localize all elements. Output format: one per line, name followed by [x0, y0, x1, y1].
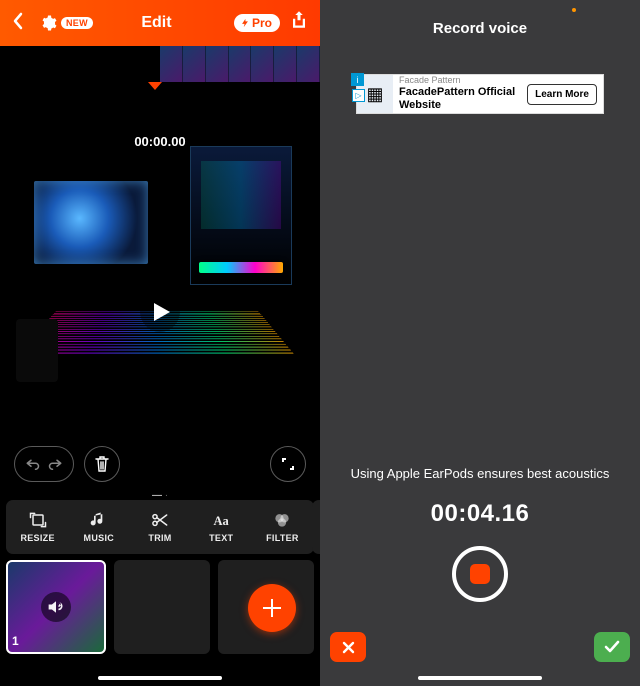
tool-filter[interactable]: FILTER	[253, 511, 312, 543]
delete-button[interactable]	[84, 446, 120, 482]
resize-icon	[28, 511, 48, 529]
volume-badge[interactable]	[41, 592, 71, 622]
trash-icon	[95, 456, 109, 472]
fullscreen-button[interactable]	[270, 446, 306, 482]
close-icon	[341, 640, 356, 655]
trim-icon	[150, 511, 170, 529]
bolt-icon	[240, 18, 250, 28]
redo-icon[interactable]	[48, 457, 63, 471]
recording-tip: Using Apple EarPods ensures best acousti…	[320, 466, 640, 481]
volume-icon	[47, 599, 65, 615]
confirm-button[interactable]	[594, 632, 630, 662]
tool-music[interactable]: MUSIC	[69, 511, 128, 543]
text-icon: Aa	[211, 511, 231, 529]
ad-cta-button[interactable]: Learn More	[527, 84, 597, 105]
cancel-button[interactable]	[330, 632, 366, 662]
toolbar-overflow[interactable]	[312, 500, 320, 554]
video-preview[interactable]: 00:00.00	[10, 84, 310, 430]
pro-button[interactable]: Pro	[234, 14, 280, 32]
pro-label: Pro	[252, 16, 272, 30]
editor-header: NEW Edit Pro	[0, 0, 320, 46]
plus-icon	[262, 598, 282, 618]
preview-controls	[0, 444, 320, 484]
gear-icon	[39, 14, 57, 32]
record-title: Record voice	[320, 20, 640, 37]
play-icon	[154, 303, 170, 321]
back-button[interactable]	[12, 12, 23, 35]
clip-slot-1[interactable]: 1	[6, 560, 106, 654]
stop-icon	[470, 564, 490, 584]
svg-text:Aa: Aa	[214, 514, 230, 528]
ad-adchoices-icon[interactable]: ▷	[352, 89, 365, 102]
undo-icon[interactable]	[25, 457, 40, 471]
record-stop-button[interactable]	[452, 546, 508, 602]
home-indicator[interactable]	[418, 676, 542, 680]
play-button[interactable]	[140, 292, 180, 332]
settings-button[interactable]: NEW	[39, 14, 93, 32]
record-preview	[330, 58, 630, 458]
record-timecode: 00:04.16	[320, 500, 640, 528]
clip-slot-2[interactable]	[114, 560, 210, 654]
tool-trim[interactable]: TRIM	[130, 511, 189, 543]
check-icon	[604, 640, 620, 654]
undo-redo-pill	[14, 446, 74, 482]
edit-toolbar: RESIZE MUSIC TRIM Aa TEXT FILTER	[6, 500, 314, 554]
ad-info-icon[interactable]: i	[351, 73, 364, 86]
home-indicator[interactable]	[98, 676, 222, 680]
ad-text: Facade Pattern FacadePattern Official We…	[393, 75, 527, 112]
export-button[interactable]	[290, 11, 308, 36]
recording-status-dot	[572, 8, 576, 12]
frame-strip[interactable]	[160, 46, 320, 82]
fullscreen-icon	[282, 458, 294, 470]
add-clip-button[interactable]	[248, 584, 296, 632]
music-icon	[89, 511, 109, 529]
page-title: Edit	[89, 14, 224, 32]
ad-banner[interactable]: ▦ Facade Pattern FacadePattern Official …	[356, 74, 604, 114]
tool-resize[interactable]: RESIZE	[8, 511, 67, 543]
tool-text[interactable]: Aa TEXT	[192, 511, 251, 543]
clip-index: 1	[12, 634, 19, 648]
filter-icon	[272, 511, 292, 529]
